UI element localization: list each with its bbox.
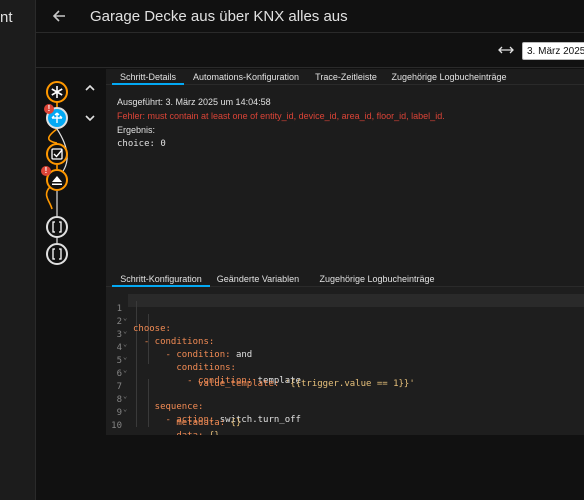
result-value: choice: 0 (117, 139, 166, 149)
empty-area (106, 435, 584, 500)
code-line: 5 ⌄ - condition: template (106, 346, 584, 386)
config-tab-bar: Schritt-Konfiguration Geänderte Variable… (106, 271, 584, 287)
page-header: Garage Decke aus über KNX alles aus (36, 0, 584, 33)
code-line: 9 metadata: {} (106, 398, 584, 428)
back-button[interactable] (50, 6, 70, 26)
warning-badge: ! (44, 104, 54, 114)
error-message: Fehler: must contain at least one of ent… (117, 111, 445, 121)
step-config-panel: 1 ⌄ choose: 2 ⌄ - conditions: 3 ⌄ - cond… (106, 287, 584, 441)
code-line: 2 ⌄ - conditions: (106, 307, 584, 347)
next-step-button[interactable] (82, 111, 98, 125)
tab-step-config[interactable]: Schritt-Konfiguration (112, 271, 210, 287)
eject-icon (52, 176, 62, 185)
line-number: 10 (111, 421, 122, 431)
previous-step-button[interactable] (82, 81, 98, 95)
code-line: 7 ⌄ sequence: (106, 372, 584, 412)
code-line: 3 ⌄ - condition: and (106, 320, 584, 360)
sidebar-title-fragment: nt (0, 9, 13, 26)
tab-step-details[interactable]: Schritt-Details (112, 69, 184, 85)
chevron-up-icon (85, 84, 95, 91)
trace-toolbar: 3. März 2025 um (36, 34, 584, 68)
yaml-editor[interactable]: 1 ⌄ choose: 2 ⌄ - conditions: 3 ⌄ - cond… (106, 294, 584, 441)
code-brackets-icon (52, 221, 62, 233)
trace-node-trigger[interactable] (46, 81, 68, 103)
tab-logbook-entries[interactable]: Zugehörige Logbucheinträge (390, 69, 508, 85)
tab-trace-timeline[interactable]: Trace-Zeitleiste (312, 69, 380, 85)
trace-date-select[interactable]: 3. März 2025 um (522, 42, 584, 60)
trace-graph: ! ! (36, 69, 106, 500)
code-line: 4 ⌄ conditions: (106, 333, 584, 373)
code-brackets-icon (52, 248, 62, 260)
check-box-icon (51, 148, 63, 160)
code-line: 10 data: {} (106, 411, 584, 441)
executed-at: Ausgeführt: 3. März 2025 um 14:04:58 (117, 97, 271, 107)
step-details-panel: Ausgeführt: 3. März 2025 um 14:04:58 Feh… (106, 85, 584, 271)
warning-badge: ! (41, 166, 51, 176)
chevron-down-icon (85, 115, 95, 122)
trace-graph-connectors (45, 92, 68, 243)
trace-main: Schritt-Details Automations-Konfiguratio… (106, 69, 584, 500)
app-sidebar: nt (0, 0, 36, 500)
tab-changed-variables[interactable]: Geänderte Variablen (214, 271, 302, 287)
tab-automation-config[interactable]: Automations-Konfiguration (190, 69, 302, 85)
trace-node-end[interactable] (46, 243, 68, 265)
page-title: Garage Decke aus über KNX alles aus (90, 8, 348, 25)
tab-config-logbook[interactable]: Zugehörige Logbucheinträge (312, 271, 442, 287)
trace-node-default[interactable] (46, 216, 68, 238)
code-line: 1 ⌄ choose: (106, 294, 584, 334)
trace-node-condition[interactable] (46, 143, 68, 165)
asterisk-icon (51, 86, 63, 98)
arrow-left-icon (52, 10, 65, 22)
details-tab-bar: Schritt-Details Automations-Konfiguratio… (106, 69, 584, 85)
code-line: 6 value_template: '{{trigger.value == 1}… (106, 359, 584, 389)
result-label: Ergebnis: (117, 125, 156, 135)
code-line: 8 ⌄ - action: switch.turn_off (106, 385, 584, 425)
arrow-left-right-icon (498, 46, 514, 54)
